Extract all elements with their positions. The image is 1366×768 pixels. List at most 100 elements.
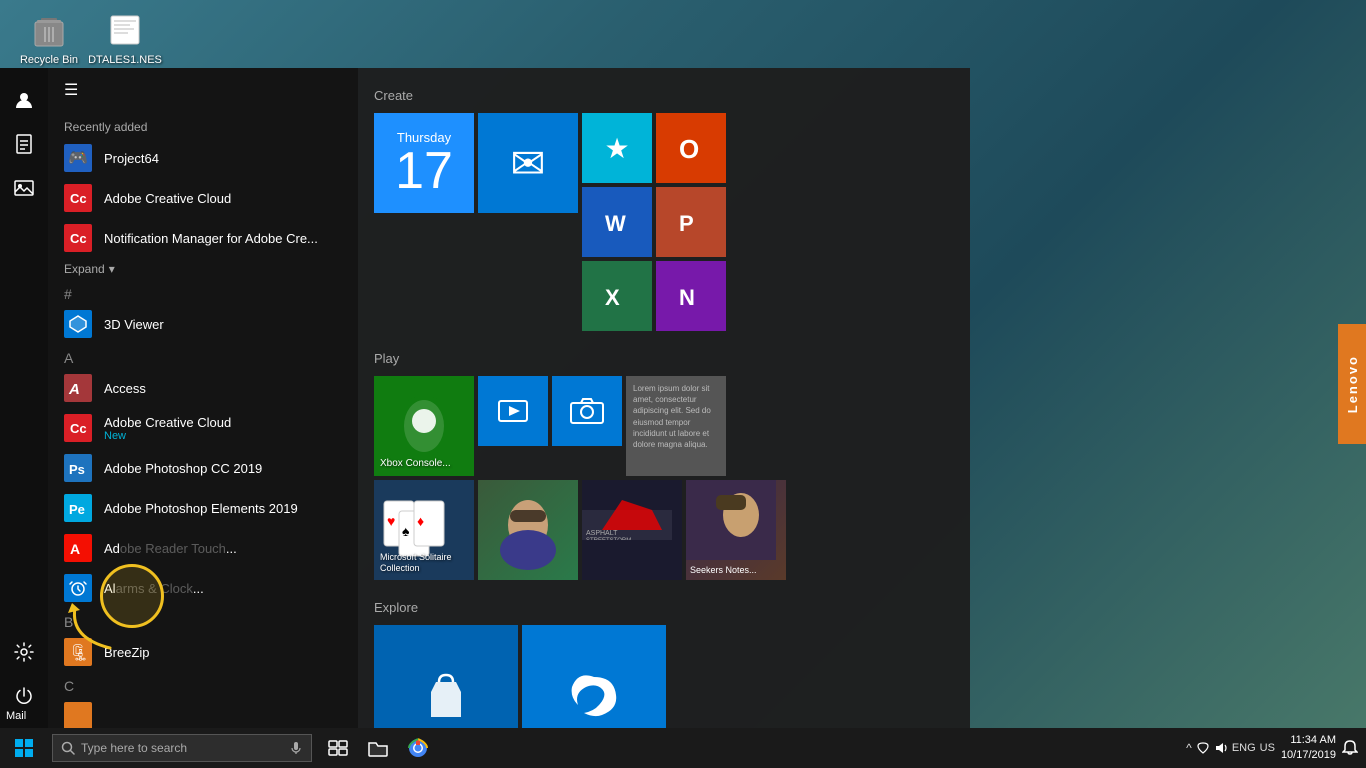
tile-hacker[interactable]	[478, 480, 578, 580]
app-list-scroll[interactable]: Recently added 🎮 Project64 Cc Adobe Crea…	[48, 112, 358, 728]
app-icon-adobe-cc-recent: Cc	[64, 184, 92, 212]
microphone-icon	[289, 741, 303, 755]
hamburger-icon[interactable]: ☰	[64, 80, 78, 100]
sidebar-icon-document[interactable]	[4, 124, 44, 164]
start-menu: ☰ Recently added 🎮 Project64 Cc Adobe Cr…	[0, 68, 970, 728]
svg-text:P: P	[679, 211, 694, 236]
play-label: Play	[374, 351, 954, 366]
svg-text:N: N	[679, 285, 695, 310]
search-box[interactable]	[52, 734, 312, 762]
tile-seekers[interactable]: Seekers Notes...	[686, 480, 786, 580]
svg-text:STREETSTORM: STREETSTORM	[586, 538, 631, 540]
svg-text:♦: ♦	[417, 513, 424, 529]
tile-movies-tv[interactable]	[478, 376, 548, 446]
alpha-a: A	[48, 344, 358, 368]
clock-date: 10/17/2019	[1281, 748, 1336, 763]
language-label: ENG	[1232, 742, 1256, 754]
app-icon-notif-mgr: Cc	[64, 224, 92, 252]
taskbar-clock[interactable]: 11:34 AM 10/17/2019	[1281, 733, 1336, 764]
tile-microsoft-edge[interactable]: Microsoft Edge	[522, 625, 666, 728]
tile-powerpoint[interactable]: P	[656, 187, 726, 257]
app-icon-3dviewer	[64, 310, 92, 338]
svg-text:Cc: Cc	[70, 421, 87, 436]
svg-text:A: A	[70, 541, 80, 557]
app-item-adobe-cc[interactable]: Cc Adobe Creative Cloud New	[48, 408, 358, 448]
sidebar-icon-user[interactable]	[4, 80, 44, 120]
play-section: Play Xbox Console...	[374, 351, 954, 580]
file-explorer-button[interactable]	[360, 730, 396, 766]
app-icon-photoshop-cc: Ps	[64, 454, 92, 482]
app-icon-c-placeholder	[64, 702, 92, 728]
svg-text:♠: ♠	[402, 523, 410, 539]
sidebar-icon-settings[interactable]	[4, 632, 44, 672]
app-icon-project64: 🎮	[64, 144, 92, 172]
task-view-button[interactable]	[320, 730, 356, 766]
tray-expand-icon[interactable]: ^	[1186, 741, 1192, 755]
tile-word[interactable]: W	[582, 187, 652, 257]
notification-icon[interactable]	[1342, 739, 1358, 758]
tile-asphalt[interactable]: ASPHALT STREETSTORM	[582, 480, 682, 580]
xbox-label: Xbox Console...	[380, 458, 451, 470]
explore-section: Explore Microsoft Store	[374, 600, 954, 728]
app-item-photoshop-cc[interactable]: Ps Adobe Photoshop CC 2019	[48, 448, 358, 488]
tile-microsoft-store[interactable]: Microsoft Store	[374, 625, 518, 728]
svg-text:Cc: Cc	[70, 191, 87, 206]
explore-label: Explore	[374, 600, 954, 615]
app-item-notif-mgr[interactable]: Cc Notification Manager for Adobe Cre...	[48, 218, 358, 258]
region-label: US	[1260, 742, 1275, 754]
tile-camera[interactable]	[552, 376, 622, 446]
tile-mail[interactable]: ✉ Mail	[478, 113, 578, 213]
create-section: Create Thursday 17 ✉ Mail	[374, 88, 954, 331]
dtales-nes-icon[interactable]: DTALES1.NES	[90, 10, 160, 66]
search-icon	[61, 741, 75, 755]
app-icon-breezip: 🗜	[64, 638, 92, 666]
left-sidebar	[0, 68, 48, 728]
network-icon	[1196, 741, 1210, 755]
taskbar-icons	[320, 730, 436, 766]
tile-news-text[interactable]: Lorem ipsum dolor sit amet, consectetur …	[626, 376, 726, 476]
app-icon-adobe-cc: Cc	[64, 414, 92, 442]
svg-text:W: W	[605, 211, 626, 236]
app-item-c-placeholder[interactable]	[48, 696, 358, 728]
start-button[interactable]	[0, 728, 48, 768]
app-item-project64[interactable]: 🎮 Project64	[48, 138, 358, 178]
tile-excel[interactable]: X	[582, 261, 652, 331]
tile-xbox[interactable]: Xbox Console...	[374, 376, 474, 476]
tile-onenote[interactable]: N	[656, 261, 726, 331]
taskbar: ^ ENG US 11:34 AM 10/17/2019	[0, 728, 1366, 768]
tiles-panel: Create Thursday 17 ✉ Mail	[358, 68, 970, 728]
recycle-bin-icon[interactable]: Recycle Bin	[14, 10, 84, 66]
app-item-breezip[interactable]: 🗜 BreeZip	[48, 632, 358, 672]
search-input[interactable]	[81, 741, 285, 755]
chrome-button[interactable]	[400, 730, 436, 766]
tile-solitaire[interactable]: ♥ ♠ ♦ Microsoft Solitaire Collection	[374, 480, 474, 580]
tile-calendar[interactable]: Thursday 17	[374, 113, 474, 213]
app-icon-adobe-reader: A	[64, 534, 92, 562]
alpha-hash: #	[48, 280, 358, 304]
app-item-photoshop-elements[interactable]: Pe Adobe Photoshop Elements 2019	[48, 488, 358, 528]
alpha-b: B	[48, 608, 358, 632]
app-list-header: ☰	[48, 68, 358, 112]
alpha-c: C	[48, 672, 358, 696]
svg-text:♥: ♥	[387, 513, 395, 529]
svg-text:ASPHALT: ASPHALT	[586, 530, 618, 537]
sidebar-icon-pictures[interactable]	[4, 168, 44, 208]
app-item-access[interactable]: A Access	[48, 368, 358, 408]
svg-text:A: A	[68, 381, 80, 398]
app-icon-alarms	[64, 574, 92, 602]
tile-fitbit[interactable]: ★	[582, 113, 652, 183]
app-item-adobe-reader[interactable]: A Adobe Reader Touch...	[48, 528, 358, 568]
expand-button[interactable]: Expand ▾	[48, 258, 358, 280]
svg-text:Pe: Pe	[69, 502, 85, 517]
svg-text:🗜: 🗜	[69, 644, 88, 662]
app-icon-access: A	[64, 374, 92, 402]
tile-office[interactable]: O	[656, 113, 726, 183]
sidebar-bottom	[4, 632, 44, 716]
app-item-adobe-cc-recent[interactable]: Cc Adobe Creative Cloud	[48, 178, 358, 218]
app-item-3dviewer[interactable]: 3D Viewer	[48, 304, 358, 344]
svg-text:Ps: Ps	[69, 462, 85, 477]
svg-text:O: O	[679, 134, 699, 164]
clock-time: 11:34 AM	[1281, 733, 1336, 748]
app-item-alarms[interactable]: Alarms & Clock...	[48, 568, 358, 608]
svg-text:Cc: Cc	[70, 231, 87, 246]
